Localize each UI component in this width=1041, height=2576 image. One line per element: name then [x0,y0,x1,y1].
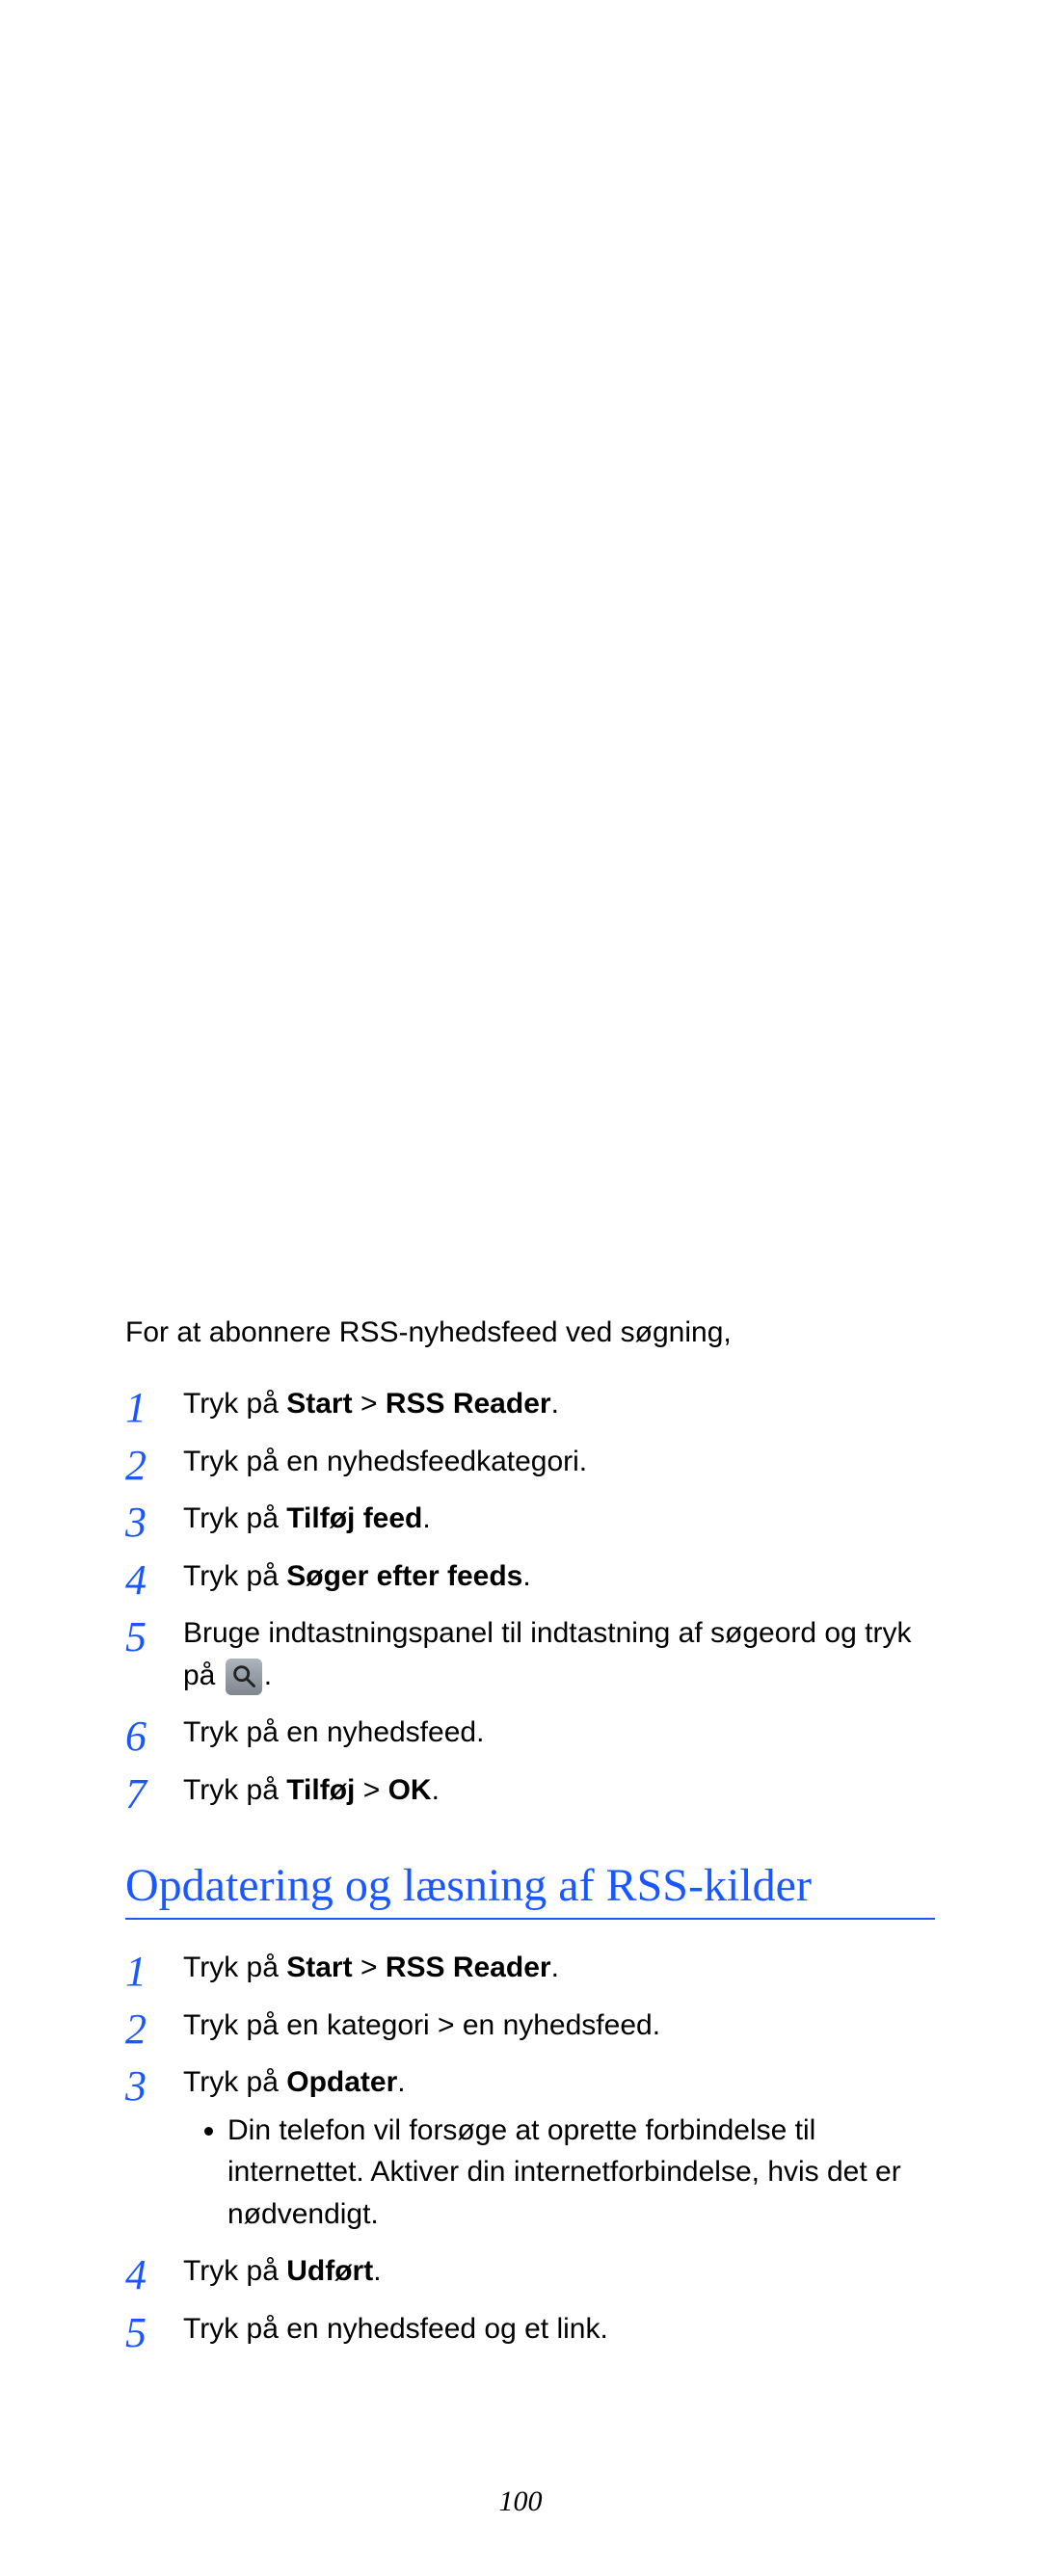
ui-label-bold: Start [286,1388,352,1420]
step-text: Tryk på en kategori > en nyhedsfeed. [183,2009,660,2041]
step-item: 5Bruge indtastningspanel til indtastning… [125,1612,935,1696]
text-run: Tryk på [183,1388,286,1420]
ui-label-bold: Tilføj feed [286,1502,422,1534]
text-run: Tryk på en nyhedsfeedkategori. [183,1446,587,1477]
step-text: Tryk på en nyhedsfeed og et link. [183,2313,608,2345]
text-run: Tryk på [183,2066,286,2098]
step-number: 3 [125,2056,174,2117]
text-run: Tryk på en nyhedsfeed og et link. [183,2313,608,2345]
text-run: > [355,1774,387,1806]
ui-label-bold: Tilføj [286,1774,355,1806]
step-item: 3Tryk på Opdater.Din telefon vil forsøge… [125,2061,935,2235]
step-sub-bullet: Din telefon vil forsøge at oprette forbi… [227,2110,935,2236]
text-run: > [353,1388,386,1420]
section-heading: Opdatering og læsning af RSS-kilder [125,1859,935,1912]
document-page: For at abonnere RSS-nyhedsfeed ved søgni… [0,0,1041,2576]
text-run: . [551,1388,559,1420]
step-number: 5 [125,1607,174,1668]
step-text: Tryk på Tilføj > OK. [183,1774,440,1806]
step-sub-bullets: Din telefon vil forsøge at oprette forbi… [183,2110,935,2236]
step-item: 2Tryk på en kategori > en nyhedsfeed. [125,2005,935,2047]
text-run: Tryk på [183,2255,286,2287]
step-number: 2 [125,1999,174,2060]
page-number: 100 [0,2485,1041,2518]
step-number: 4 [125,1550,174,1611]
ui-label-bold: RSS Reader [386,1952,551,1983]
text-run: . [373,2255,381,2287]
text-run: Tryk på [183,1502,286,1534]
text-run: . [422,1502,430,1534]
step-text: Tryk på Opdater. [183,2066,406,2098]
step-item: 2Tryk på en nyhedsfeedkategori. [125,1441,935,1483]
step-text: Tryk på en nyhedsfeed. [183,1716,484,1748]
step-text: Tryk på Start > RSS Reader. [183,1952,559,1983]
text-run: Tryk på en nyhedsfeed. [183,1716,484,1748]
step-text: Tryk på en nyhedsfeedkategori. [183,1446,587,1477]
intro-paragraph: For at abonnere RSS-nyhedsfeed ved søgni… [125,1311,935,1354]
ui-label-bold: RSS Reader [386,1388,551,1420]
step-number: 1 [125,1941,174,2003]
text-run: Tryk på [183,1560,286,1592]
step-item: 4Tryk på Søger efter feeds. [125,1555,935,1598]
step-item: 6Tryk på en nyhedsfeed. [125,1712,935,1754]
text-run: . [522,1560,530,1592]
text-run: Bruge indtastningspanel til indtastning … [183,1617,911,1691]
section-rule [125,1918,935,1920]
text-run: Tryk på [183,1774,286,1806]
step-text: Bruge indtastningspanel til indtastning … [183,1617,911,1691]
step-text: Tryk på Tilføj feed. [183,1502,431,1534]
text-run: . [432,1774,440,1806]
search-icon [226,1659,262,1695]
step-text: Tryk på Udført. [183,2255,382,2287]
step-item: 1Tryk på Start > RSS Reader. [125,1383,935,1425]
step-text: Tryk på Start > RSS Reader. [183,1388,559,1420]
step-item: 1Tryk på Start > RSS Reader. [125,1947,935,1989]
text-run: > [353,1952,386,1983]
steps-list-update: 1Tryk på Start > RSS Reader.2Tryk på en … [125,1947,935,2350]
step-item: 4Tryk på Udført. [125,2250,935,2293]
ui-label-bold: Søger efter feeds [286,1560,522,1592]
step-number: 1 [125,1377,174,1439]
ui-label-bold: Opdater [286,2066,397,2098]
text-run: . [397,2066,405,2098]
step-item: 3Tryk på Tilføj feed. [125,1498,935,1540]
ui-label-bold: Udført [286,2255,373,2287]
step-item: 5Tryk på en nyhedsfeed og et link. [125,2308,935,2350]
text-run: Tryk på en kategori > en nyhedsfeed. [183,2009,660,2041]
ui-label-bold: Start [286,1952,352,1983]
step-number: 6 [125,1706,174,1767]
step-number: 3 [125,1492,174,1554]
step-number: 2 [125,1435,174,1497]
text-run: . [551,1952,559,1983]
steps-list-subscribe: 1Tryk på Start > RSS Reader.2Tryk på en … [125,1383,935,1811]
text-run: Tryk på [183,1952,286,1983]
step-number: 4 [125,2244,174,2306]
step-item: 7Tryk på Tilføj > OK. [125,1769,935,1812]
step-text: Tryk på Søger efter feeds. [183,1560,531,1592]
step-number: 7 [125,1764,174,1825]
step-number: 5 [125,2302,174,2364]
text-run: . [264,1660,272,1691]
ui-label-bold: OK [388,1774,432,1806]
